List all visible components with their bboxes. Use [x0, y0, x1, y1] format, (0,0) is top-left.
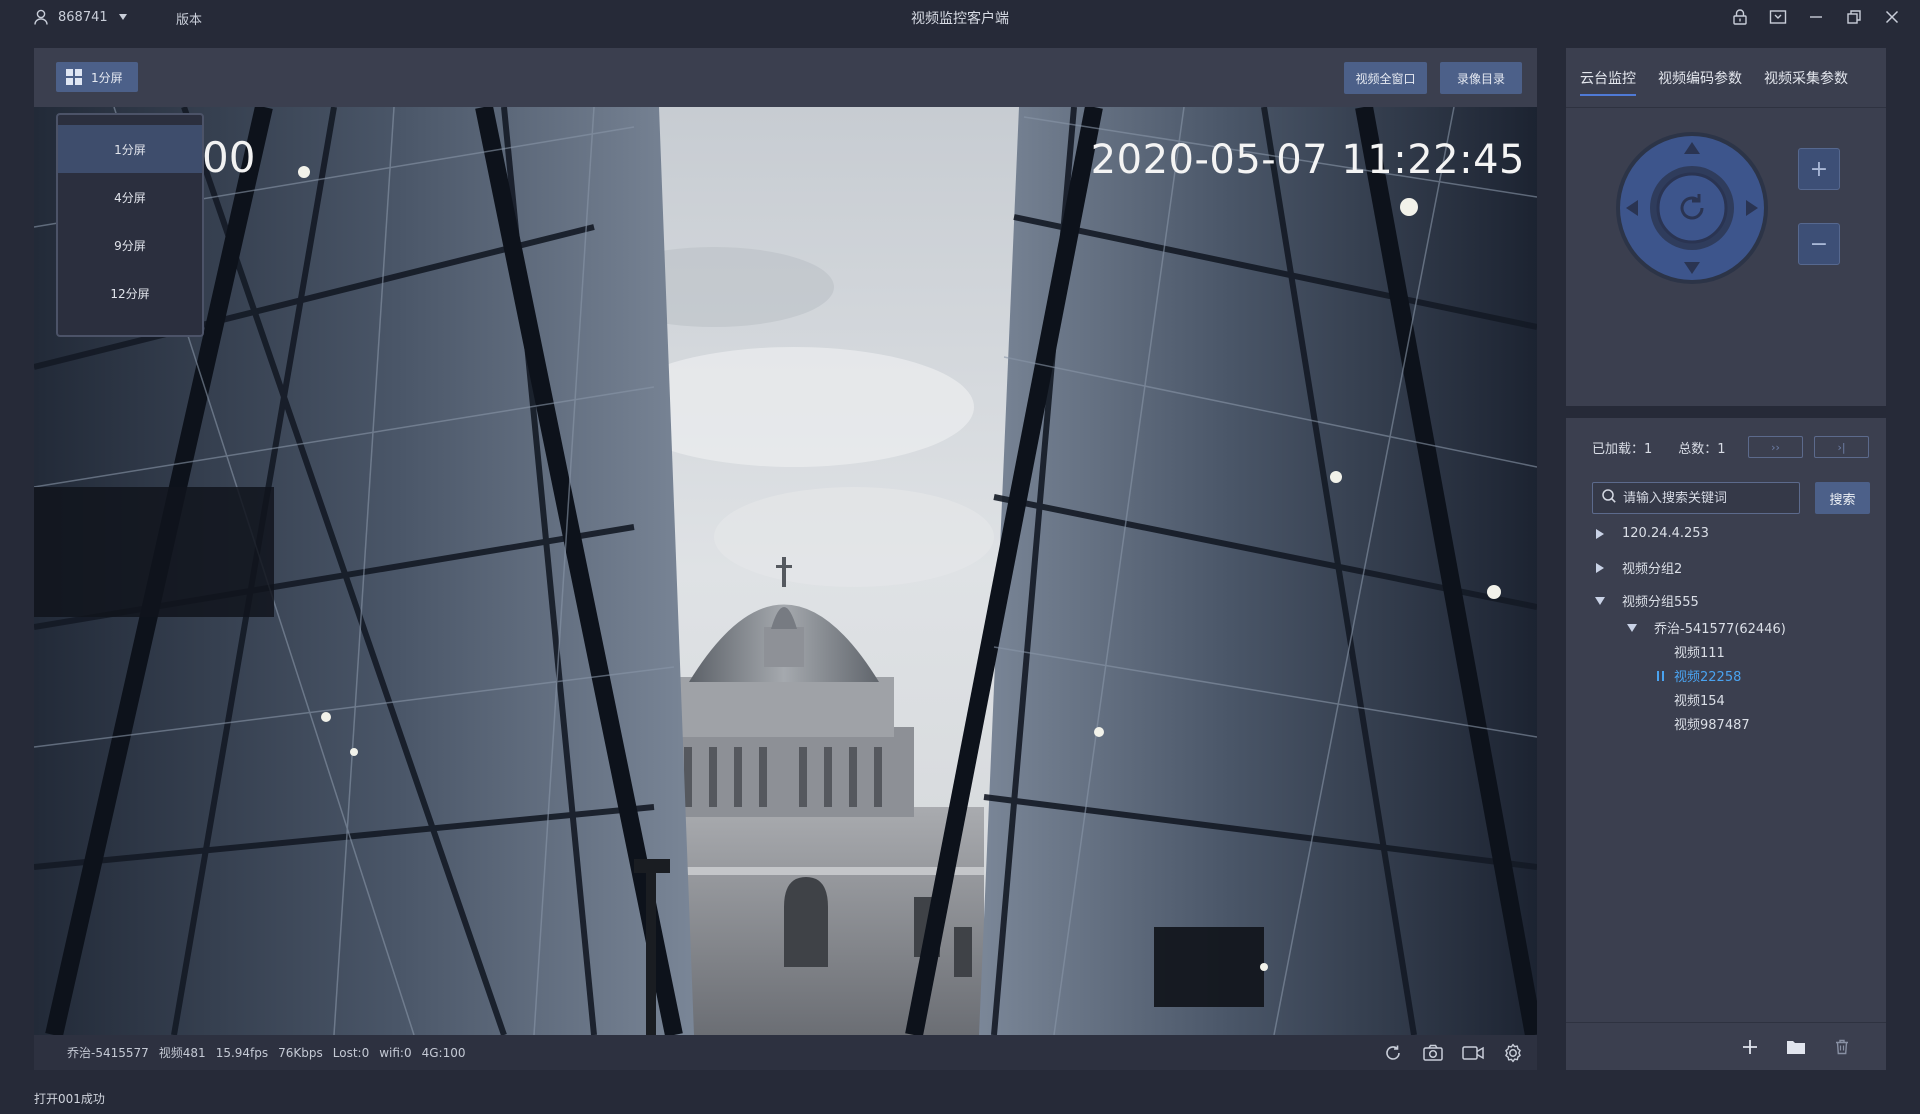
- device-toolbar: [1566, 1036, 1886, 1060]
- zoom-in-button[interactable]: +: [1798, 148, 1840, 190]
- tabs-divider: [1566, 107, 1886, 108]
- tab-ptz-control[interactable]: 云台监控: [1580, 66, 1636, 96]
- trash-icon[interactable]: [1831, 1036, 1853, 1058]
- osd-timestamp: 2020-05-07 11:22:45: [1090, 137, 1525, 183]
- status-signal: 4G:100: [421, 1045, 466, 1060]
- fullscreen-video-button[interactable]: 视频全窗口: [1344, 62, 1427, 94]
- ptz-panel: 云台监控 视频编码参数 视频采集参数 + −: [1566, 48, 1886, 406]
- status-lost: Lost:0: [332, 1045, 370, 1060]
- grid-layout-icon: [66, 69, 82, 85]
- video-panel: 1分屏 视频全窗口 录像目录 00 2020-05-07 11:22:45 1分…: [34, 48, 1537, 1070]
- zoom-out-button[interactable]: −: [1798, 223, 1840, 265]
- status-bitrate: 76Kbps: [278, 1045, 323, 1060]
- search-input[interactable]: [1623, 490, 1793, 506]
- user-id: 868741: [58, 9, 108, 25]
- video-frame-image: [34, 107, 1537, 1035]
- ptz-direction-pad[interactable]: [1614, 130, 1770, 286]
- close-icon[interactable]: [1882, 6, 1902, 28]
- expand-arrow-icon[interactable]: [1592, 528, 1608, 540]
- layout-option-4[interactable]: 4分屏: [58, 173, 202, 221]
- layout-select-button[interactable]: 1分屏: [56, 62, 138, 92]
- status-wifi: wifi:0: [379, 1045, 412, 1060]
- tree-node-device-541577[interactable]: 乔治-541577(62446): [1624, 618, 1786, 637]
- total-count: 总数：1: [1678, 442, 1726, 457]
- lock-icon[interactable]: [1730, 6, 1750, 28]
- device-panel-divider: [1566, 1022, 1886, 1023]
- version-menu[interactable]: 版本: [176, 9, 202, 28]
- video-action-icons: [1381, 1041, 1525, 1065]
- video-viewport[interactable]: 00 2020-05-07 11:22:45: [34, 107, 1537, 1035]
- settings-gear-icon[interactable]: [1501, 1041, 1525, 1065]
- search-box: [1592, 482, 1800, 514]
- search-icon: [1601, 488, 1617, 508]
- video-status-bar: 乔治-5415577 视频481 15.94fps 76Kbps Lost:0 …: [34, 1035, 1537, 1070]
- search-button[interactable]: 搜索: [1815, 482, 1870, 514]
- layout-option-9[interactable]: 9分屏: [58, 221, 202, 269]
- fullscreen-icon[interactable]: [1768, 6, 1788, 28]
- record-directory-button[interactable]: 录像目录: [1440, 62, 1522, 94]
- add-icon[interactable]: [1739, 1036, 1761, 1058]
- snapshot-camera-icon[interactable]: [1421, 1041, 1445, 1065]
- osd-channel-text: 00: [202, 133, 256, 182]
- window-controls: [1730, 6, 1902, 28]
- app-status-message: 打开001成功: [34, 1092, 105, 1106]
- video-toolbar: 1分屏 视频全窗口 录像目录: [34, 48, 1537, 107]
- layout-option-1[interactable]: 1分屏: [58, 125, 202, 173]
- collapse-arrow-icon[interactable]: [1592, 596, 1608, 606]
- loaded-count: 已加载：1: [1592, 442, 1653, 457]
- user-menu[interactable]: 868741: [34, 9, 128, 25]
- device-list-panel: 已加载：1 总数：1 ›› ›| 搜索 120.24.4.253 视频分组2 视…: [1566, 418, 1886, 1070]
- chevron-down-icon[interactable]: [118, 13, 128, 21]
- tab-video-capture[interactable]: 视频采集参数: [1764, 66, 1848, 88]
- status-device: 乔治-5415577: [67, 1046, 149, 1060]
- tree-node-video-154[interactable]: 视频154: [1674, 690, 1725, 709]
- last-page-button[interactable]: ›|: [1814, 436, 1869, 458]
- tree-node-120-24-4-253[interactable]: 120.24.4.253: [1592, 526, 1709, 541]
- status-channel: 视频481: [158, 1046, 206, 1060]
- tree-node-group-555[interactable]: 视频分组555: [1592, 591, 1699, 610]
- user-icon: [34, 9, 48, 25]
- layout-option-12[interactable]: 12分屏: [58, 269, 202, 317]
- restore-icon[interactable]: [1844, 6, 1864, 28]
- tree-node-video-22258[interactable]: 视频22258: [1656, 666, 1741, 685]
- status-fps: 15.94fps: [215, 1045, 269, 1060]
- expand-arrow-icon[interactable]: [1592, 562, 1608, 574]
- layout-dropdown-menu: 1分屏 4分屏 9分屏 12分屏: [56, 113, 204, 337]
- tree-node-video-987487[interactable]: 视频987487: [1674, 714, 1750, 733]
- folder-icon[interactable]: [1785, 1036, 1807, 1058]
- playing-pause-icon: [1656, 670, 1674, 682]
- tree-node-group-2[interactable]: 视频分组2: [1592, 558, 1682, 577]
- layout-label: 1分屏: [91, 70, 123, 85]
- minimize-icon[interactable]: [1806, 6, 1826, 28]
- app-title: 视频监控客户端: [911, 11, 1009, 27]
- next-page-button[interactable]: ››: [1748, 436, 1803, 458]
- tree-node-video-111[interactable]: 视频111: [1674, 642, 1725, 661]
- title-bar: 868741 版本 视频监控客户端: [0, 0, 1920, 34]
- record-video-icon[interactable]: [1461, 1041, 1485, 1065]
- device-counts: 已加载：1 总数：1: [1592, 438, 1726, 457]
- collapse-arrow-icon[interactable]: [1624, 623, 1640, 633]
- refresh-icon[interactable]: [1381, 1041, 1405, 1065]
- tab-video-encoding[interactable]: 视频编码参数: [1658, 66, 1742, 88]
- ptz-tabs: 云台监控 视频编码参数 视频采集参数: [1566, 48, 1886, 106]
